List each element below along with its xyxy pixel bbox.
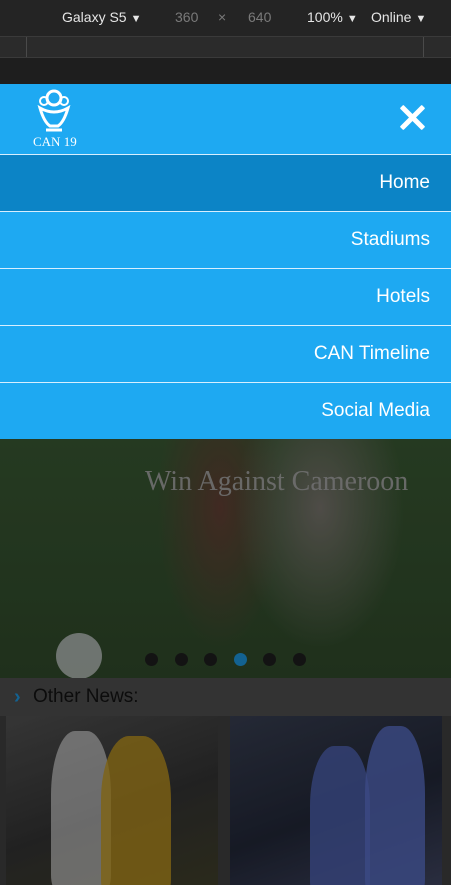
nav-menu: CAN 19 Home Stadiums Hotels CAN Timeline Soc…	[0, 84, 451, 439]
device-select[interactable]: Galaxy S5 ▼	[62, 9, 141, 25]
menu-item-hotels[interactable]: Hotels	[0, 268, 451, 325]
can19-logo[interactable]: CAN 19	[30, 88, 90, 150]
ruler-divider	[26, 37, 27, 57]
logo-text: CAN 19	[33, 134, 77, 149]
close-icon[interactable]	[399, 104, 425, 130]
times-icon: ×	[218, 9, 227, 25]
network-select[interactable]: Online ▼	[371, 9, 426, 25]
menu-item-social-media[interactable]: Social Media	[0, 382, 451, 439]
chevron-down-icon: ▼	[415, 13, 427, 25]
menu-item-home[interactable]: Home	[0, 154, 451, 211]
zoom-label: 100%	[307, 9, 343, 25]
media-query-ruler	[0, 36, 451, 58]
menu-list: Home Stadiums Hotels CAN Timeline Social Med…	[0, 154, 451, 439]
chevron-down-icon: ▼	[346, 13, 358, 25]
menu-item-stadiums[interactable]: Stadiums	[0, 211, 451, 268]
device-viewport: Morocco Secures Historic 2-0 Win Against…	[0, 58, 451, 885]
trophy-icon	[37, 89, 71, 132]
chevron-down-icon: ▼	[130, 13, 142, 25]
menu-item-can-timeline[interactable]: CAN Timeline	[0, 325, 451, 382]
ruler-divider	[423, 37, 424, 57]
device-label: Galaxy S5	[62, 9, 127, 25]
devtools-toolbar: Galaxy S5 ▼ 360 × 640 100% ▼ Online ▼	[0, 0, 451, 36]
menu-header: CAN 19	[0, 84, 451, 154]
network-label: Online	[371, 9, 412, 25]
height-input[interactable]: 640	[248, 9, 271, 25]
width-input[interactable]: 360	[175, 9, 198, 25]
zoom-select[interactable]: 100% ▼	[307, 9, 358, 25]
